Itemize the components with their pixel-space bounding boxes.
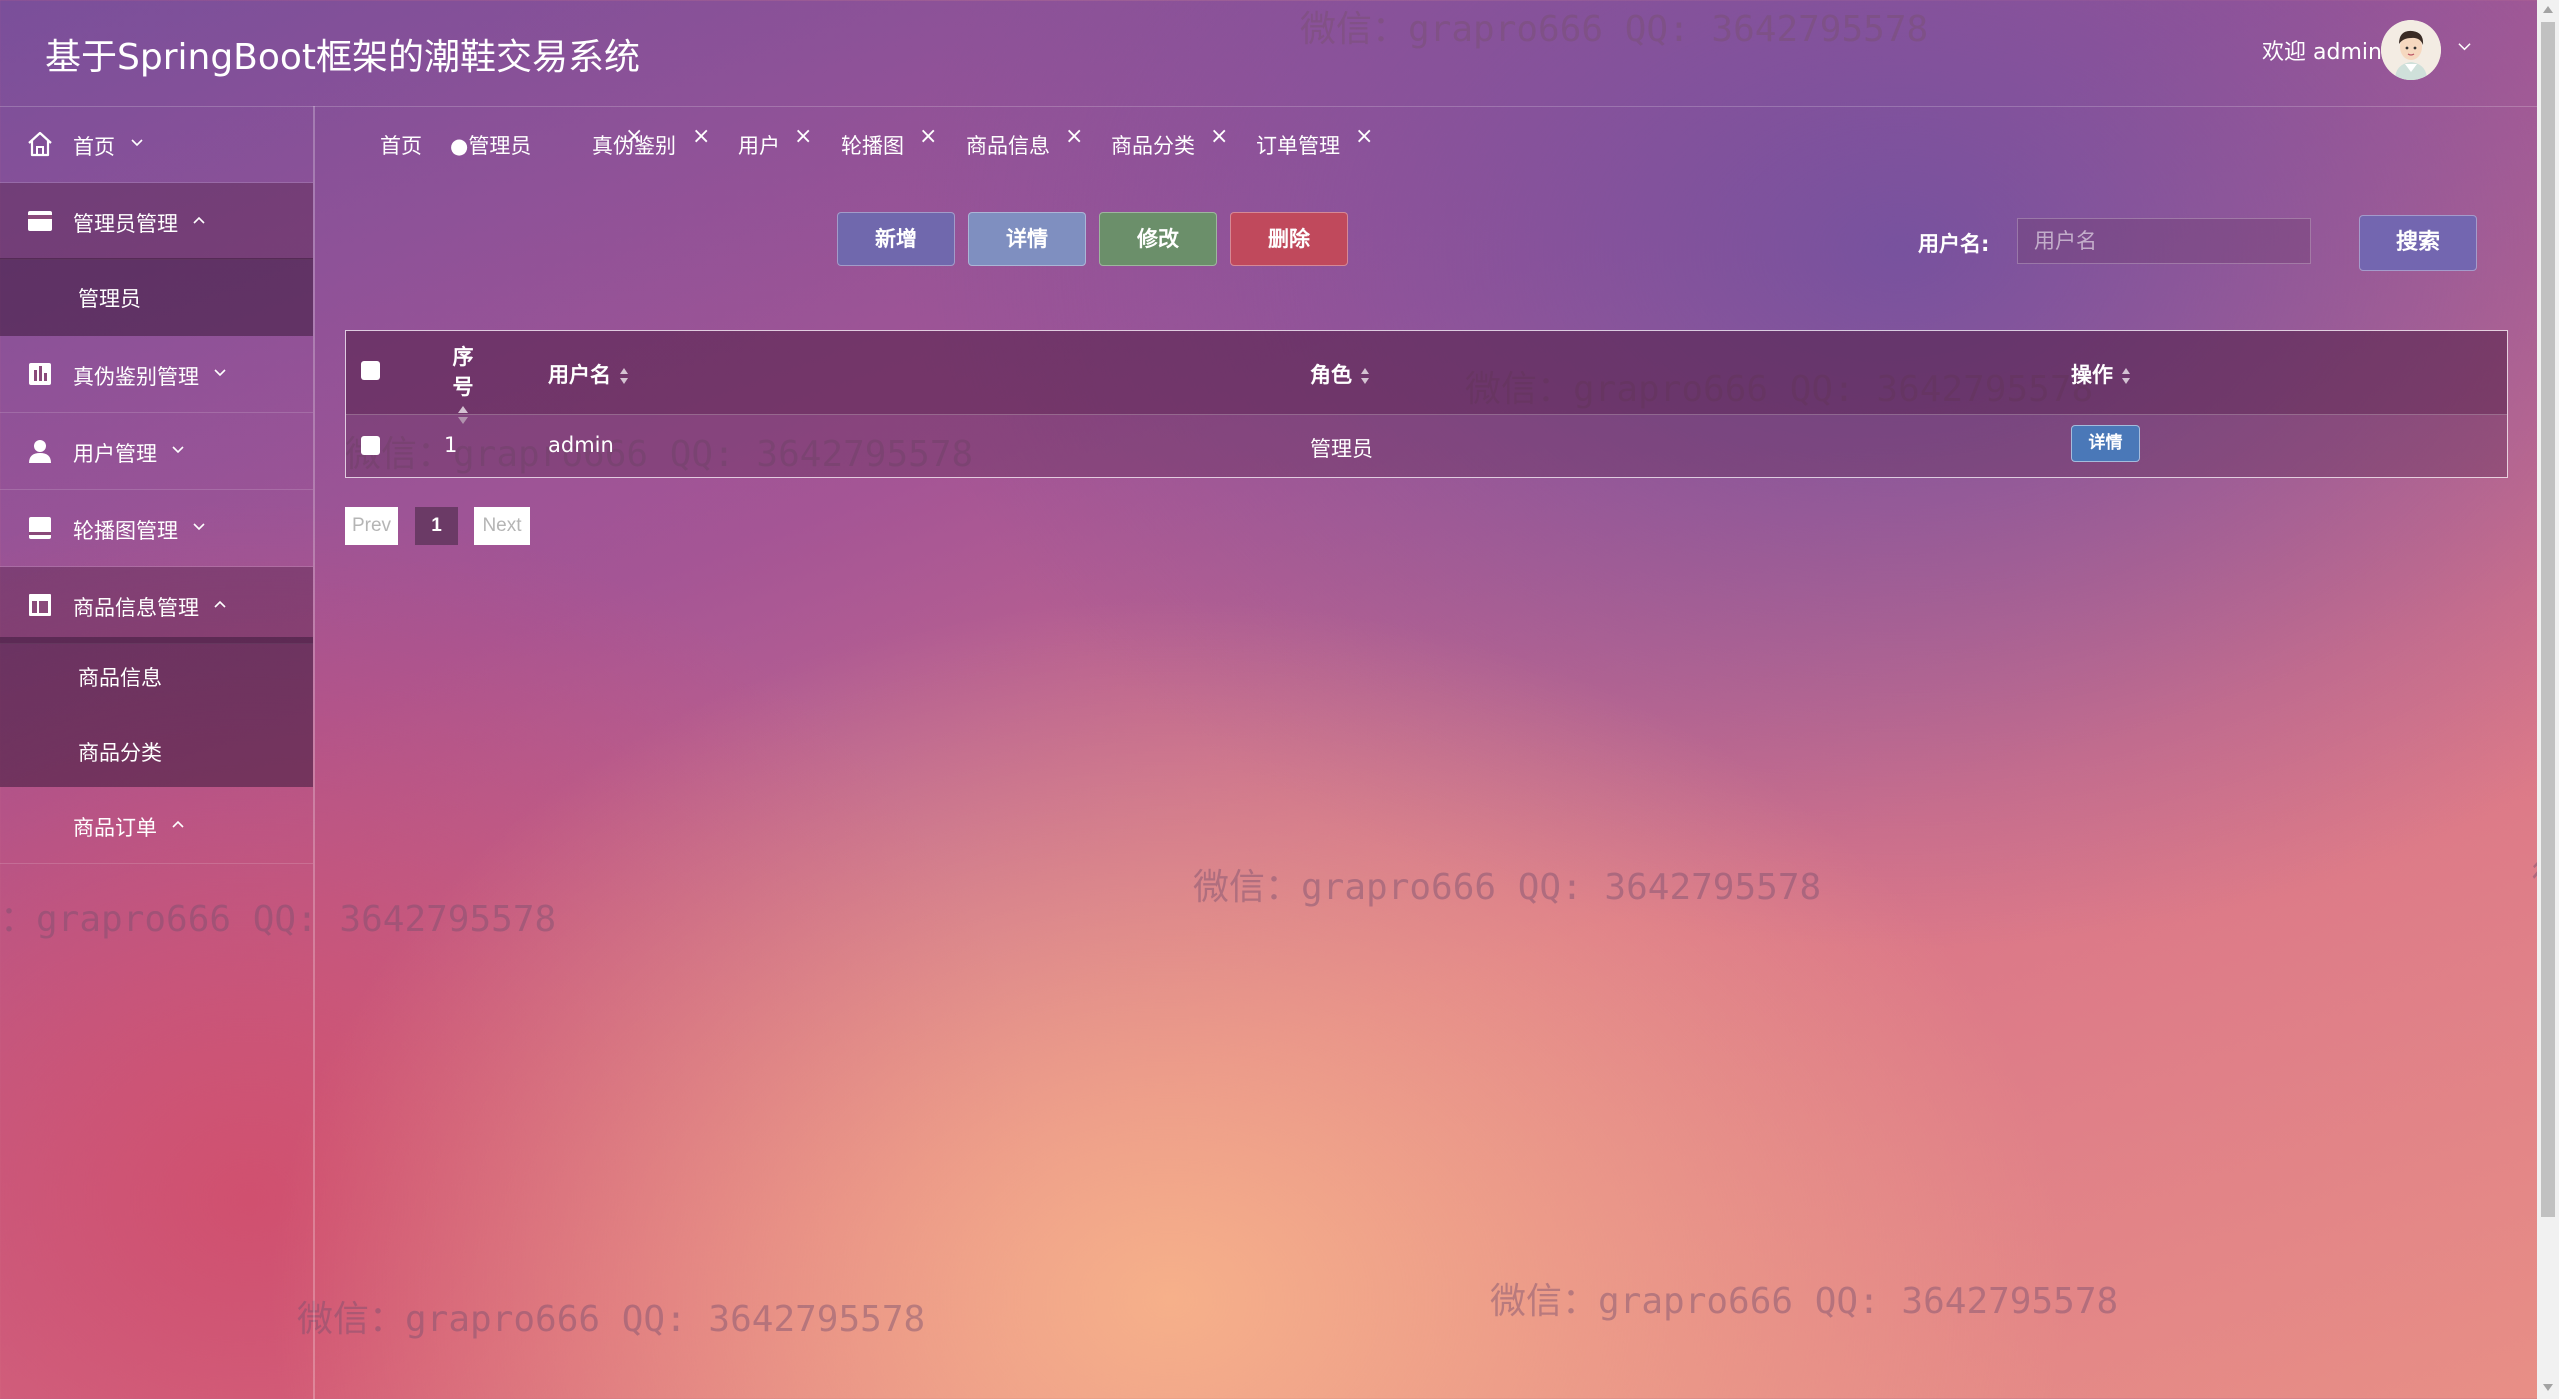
search-button[interactable]: 搜索 [2359,215,2477,271]
tab-carousel[interactable]: 轮播图 × [841,124,937,160]
close-icon[interactable]: × [1065,124,1083,149]
top-header: 基于SpringBoot框架的潮鞋交易系统 欢迎 admin [0,0,2537,107]
close-icon[interactable]: × [692,124,710,149]
close-icon[interactable]: × [1355,124,1373,149]
card-icon [28,211,52,231]
chevron-up-icon [193,216,205,224]
sidebar-subitem-label: 管理员 [78,287,141,311]
pagination-next[interactable]: Next [474,507,530,545]
tab-goods-info[interactable]: 商品信息 × [966,124,1083,160]
tab-label: ●管理员 [450,134,532,158]
tab-label: 商品信息 [966,134,1050,158]
table-row[interactable]: 1 admin 管理员 详情 [346,415,2507,477]
close-icon[interactable]: × [1210,124,1228,149]
app-title: 基于SpringBoot框架的潮鞋交易系统 [45,37,641,78]
tab-admin[interactable]: ●管理员 × [450,124,643,160]
sidebar-item-orders[interactable]: 商品订单 [0,787,313,864]
tab-label: 商品分类 [1111,134,1195,158]
cell-index: 1 [444,433,458,457]
row-checkbox[interactable] [361,436,380,455]
sidebar-subitem-label: 商品信息 [78,666,162,690]
table-header: 序号 用户名 角色 操作 [346,331,2507,424]
sidebar-item-carousel[interactable]: 轮播图管理 [0,490,313,567]
column-header-label: 操作 [2071,363,2113,387]
chevron-down-icon [193,523,205,531]
sidebar-item-authenticity[interactable]: 真伪鉴别管理 [0,336,313,413]
chevron-down-icon [131,139,143,147]
sidebar-item-home[interactable]: 首页 [0,106,313,183]
sidebar-item-label: 商品信息管理 [73,596,199,620]
pagination-current-page[interactable]: 1 [415,507,458,545]
column-header-label: 用户名 [548,363,611,387]
chevron-up-icon [172,820,184,828]
sidebar-subitem-goods-info[interactable]: 商品信息 [0,637,313,712]
close-icon[interactable]: × [794,124,812,149]
tab-label: 真伪鉴别 [592,134,676,158]
sort-icon [2122,368,2130,384]
tab-authenticity[interactable]: 真伪鉴别 × [592,124,710,160]
tab-label: 订单管理 [1256,134,1340,158]
search-input[interactable] [2017,218,2311,264]
sidebar-subitem-label: 商品分类 [78,741,162,765]
cell-role: 管理员 [1310,437,1373,461]
tab-user[interactable]: 用户 × [738,124,812,160]
tab-orders[interactable]: 订单管理 × [1256,124,1373,160]
image-icon [29,517,51,539]
search-label: 用户名: [1918,232,1990,256]
scroll-down-arrow-icon[interactable] [2543,1384,2553,1391]
sidebar-item-label: 轮播图管理 [73,519,178,543]
sidebar-item-user-management[interactable]: 用户管理 [0,413,313,490]
tab-label: 用户 [738,134,780,158]
sidebar-item-label: 管理员管理 [73,212,178,236]
sidebar: 首页 管理员管理 管理员 真伪鉴别管理 用户管理 轮播图管理 商品信息管理 商品… [0,106,315,1399]
close-icon[interactable]: × [919,124,937,149]
vertical-scrollbar[interactable] [2537,0,2559,1399]
delete-button[interactable]: 删除 [1230,212,1348,266]
edit-button[interactable]: 修改 [1099,212,1217,266]
row-detail-button[interactable]: 详情 [2071,425,2140,462]
cell-username: admin [548,433,614,457]
home-icon [28,131,52,157]
column-header-role[interactable]: 角色 [1310,359,1370,389]
column-header-label: 序号 [452,345,474,399]
avatar[interactable] [2381,20,2441,80]
chevron-up-icon [214,600,226,608]
sidebar-item-admin-management[interactable]: 管理员管理 [0,183,313,260]
tab-label: 首页 [380,134,422,158]
chevron-down-icon[interactable] [2458,40,2471,53]
add-button[interactable]: 新增 [837,212,955,266]
watermark: 微信：grapro666 QQ: 3642795578 [297,1299,926,1340]
column-header-label: 角色 [1310,363,1352,387]
watermark: 微信：grapro666 QQ: 3642795578 [1193,867,1822,908]
welcome-text: 欢迎 admin [2262,40,2382,65]
sidebar-item-label: 真伪鉴别管理 [73,365,199,389]
scrollbar-thumb[interactable] [2541,22,2555,1217]
sidebar-subitem-admin[interactable]: 管理员 [0,258,313,336]
layout-icon [29,594,51,616]
tab-goods-category[interactable]: 商品分类 × [1111,124,1228,160]
scroll-up-arrow-icon[interactable] [2543,6,2553,13]
select-all-checkbox[interactable] [361,361,380,380]
chevron-down-icon [172,446,184,454]
pagination-prev[interactable]: Prev [345,507,398,545]
sidebar-subitem-goods-category[interactable]: 商品分类 [0,712,313,787]
sidebar-item-goods-management[interactable]: 商品信息管理 [0,567,313,644]
sidebar-item-label: 首页 [73,135,115,159]
watermark: 微信：grapro666 QQ: 3642795578 [1490,1281,2119,1322]
sidebar-item-label: 用户管理 [73,442,157,466]
chevron-down-icon [214,369,226,377]
sort-icon [1361,368,1369,384]
data-table: 序号 用户名 角色 操作 1 admin 管理员 详情 [345,330,2508,478]
tab-label: 轮播图 [841,134,904,158]
tab-home[interactable]: 首页 [380,130,422,160]
detail-button[interactable]: 详情 [968,212,1086,266]
sidebar-item-label: 商品订单 [73,816,157,840]
chart-icon [29,363,51,385]
user-icon [29,440,51,463]
column-header-username[interactable]: 用户名 [548,359,629,389]
column-header-actions[interactable]: 操作 [2071,359,2131,389]
sort-icon [620,368,628,384]
